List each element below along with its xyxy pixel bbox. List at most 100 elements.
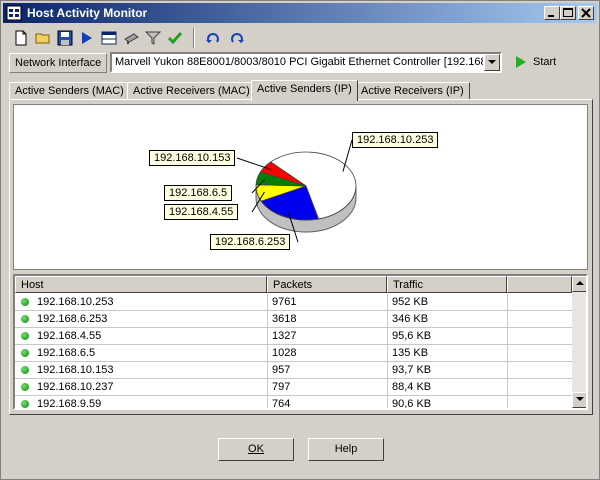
packets-cell: 9761 [272, 296, 297, 308]
scroll-down-button[interactable] [572, 392, 586, 408]
ok-button[interactable]: OK [218, 438, 294, 461]
status-dot-icon [21, 315, 29, 323]
toolbar-separator [193, 28, 195, 48]
redo-button[interactable] [227, 28, 247, 48]
tab-active-receivers-mac[interactable]: Active Receivers (MAC) [127, 82, 256, 100]
packets-cell: 797 [272, 381, 291, 393]
table-row[interactable]: 192.168.6.5 1028 135 KB [15, 345, 572, 362]
traffic-cell: 952 KB [392, 296, 429, 308]
undo-icon [206, 33, 219, 43]
table-row[interactable]: 192.168.10.237 797 88,4 KB [15, 379, 572, 396]
traffic-cell: 346 KB [392, 313, 429, 325]
column-header-empty[interactable] [507, 276, 572, 293]
traffic-cell: 135 KB [392, 347, 429, 359]
help-button[interactable]: Help [308, 438, 384, 461]
run-button[interactable] [77, 28, 97, 48]
chevron-down-icon [488, 60, 496, 64]
network-interface-select[interactable]: Marvell Yukon 88E8001/8003/8010 PCI Giga… [110, 52, 502, 73]
layout-button[interactable] [99, 28, 119, 48]
app-window: Host Activity Monitor Network Interface … [0, 0, 600, 480]
new-button[interactable] [11, 28, 31, 48]
pie-label: 192.168.6.5 [164, 185, 233, 201]
chevron-up-icon [576, 281, 584, 285]
window-title: Host Activity Monitor [27, 6, 148, 20]
tab-strip: Active Senders (MAC) Active Receivers (M… [9, 80, 593, 101]
table-row[interactable]: 192.168.10.253 9761 952 KB [15, 294, 572, 311]
minimize-button[interactable] [544, 6, 560, 20]
open-button[interactable] [33, 28, 53, 48]
tab-active-senders-mac[interactable]: Active Senders (MAC) [9, 82, 130, 100]
packets-cell: 1028 [272, 347, 297, 359]
status-dot-icon [21, 400, 29, 408]
close-icon [581, 8, 591, 18]
status-dot-icon [21, 332, 29, 340]
traffic-cell: 90,6 KB [392, 398, 432, 410]
app-icon [6, 5, 22, 21]
pie-label: 192.168.4.55 [164, 204, 239, 220]
status-dot-icon [21, 366, 29, 374]
host-cell: 192.168.10.153 [37, 364, 114, 376]
undo-button[interactable] [203, 28, 223, 48]
column-header-host[interactable]: Host [15, 276, 267, 293]
redo-icon [231, 33, 244, 43]
host-cell: 192.168.10.253 [37, 296, 114, 308]
pie-label: 192.168.6.253 [210, 234, 291, 250]
maximize-icon [563, 8, 573, 17]
adapter-button[interactable] [121, 28, 141, 48]
minimize-icon [548, 15, 554, 17]
packets-cell: 1327 [272, 330, 297, 342]
column-header-traffic[interactable]: Traffic [387, 276, 507, 293]
title-bar[interactable]: Host Activity Monitor [3, 3, 597, 23]
window-icon [101, 31, 117, 45]
table-row[interactable]: 192.168.9.59 764 90,6 KB [15, 396, 572, 410]
status-dot-icon [21, 349, 29, 357]
network-interface-label: Network Interface [9, 53, 108, 73]
host-cell: 192.168.6.253 [37, 313, 108, 325]
toolbar [3, 25, 597, 49]
filter-icon [145, 31, 161, 45]
traffic-cell: 95,6 KB [392, 330, 432, 342]
status-dot-icon [21, 298, 29, 306]
status-dot-icon [21, 383, 29, 391]
packets-cell: 764 [272, 398, 291, 410]
host-cell: 192.168.4.55 [37, 330, 102, 342]
start-button[interactable]: Start [511, 53, 571, 73]
pie-leader-line [236, 157, 272, 171]
maximize-button[interactable] [560, 6, 576, 20]
close-button[interactable] [578, 6, 594, 20]
pie-chart-area: 192.168.10.253 192.168.6.253 192.168.4.55 1… [13, 104, 588, 270]
network-row: Network Interface Marvell Yukon 88E8001/… [3, 50, 597, 76]
network-card-icon [124, 33, 139, 44]
pie-label: 192.168.10.253 [352, 132, 439, 148]
dropdown-button[interactable] [484, 54, 500, 71]
table-row[interactable]: 192.168.4.55 1327 95,6 KB [15, 328, 572, 345]
tab-panel: 192.168.10.253 192.168.6.253 192.168.4.55 1… [9, 99, 593, 415]
check-icon [167, 32, 183, 45]
packets-cell: 957 [272, 364, 291, 376]
tab-active-senders-ip[interactable]: Active Senders (IP) [251, 80, 358, 101]
save-icon [57, 30, 73, 46]
host-list[interactable]: Host Packets Traffic 192.168.10.253 9761 9… [13, 274, 588, 410]
open-folder-icon [35, 33, 50, 44]
apply-button[interactable] [165, 28, 185, 48]
new-file-icon [15, 30, 27, 46]
traffic-cell: 93,7 KB [392, 364, 432, 376]
scroll-up-button[interactable] [572, 276, 586, 292]
table-row[interactable]: 192.168.10.153 957 93,7 KB [15, 362, 572, 379]
start-label: Start [533, 56, 557, 68]
pie-label: 192.168.10.153 [149, 150, 236, 166]
save-button[interactable] [55, 28, 75, 48]
selected-interface: Marvell Yukon 88E8001/8003/8010 PCI Giga… [115, 56, 483, 68]
filter-button[interactable] [143, 28, 163, 48]
host-cell: 192.168.10.237 [37, 381, 114, 393]
tab-active-receivers-ip[interactable]: Active Receivers (IP) [355, 82, 470, 100]
host-cell: 192.168.9.59 [37, 398, 102, 410]
vertical-scrollbar[interactable] [572, 276, 586, 408]
list-header: Host Packets Traffic [15, 276, 572, 293]
play-icon [516, 56, 526, 68]
table-row[interactable]: 192.168.6.253 3618 346 KB [15, 311, 572, 328]
column-header-packets[interactable]: Packets [267, 276, 387, 293]
ok-label: OK [248, 443, 264, 455]
host-cell: 192.168.6.5 [37, 347, 96, 359]
play-icon [82, 32, 92, 44]
